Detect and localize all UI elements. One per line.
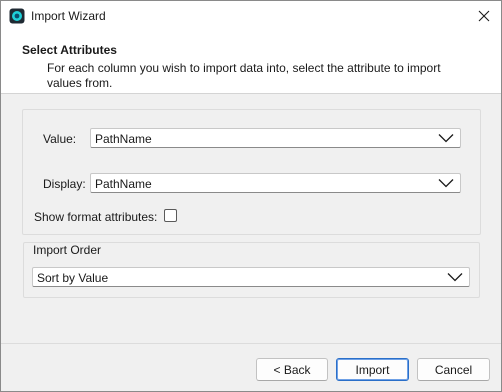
- chevron-down-icon: [438, 179, 454, 188]
- import-order-select-text: Sort by Value: [37, 271, 109, 285]
- back-button[interactable]: < Back: [256, 358, 328, 381]
- window-title: Import Wizard: [31, 9, 106, 23]
- display-label: Display:: [43, 177, 86, 191]
- cancel-button[interactable]: Cancel: [417, 358, 490, 381]
- wizard-header: Select Attributes For each column you wi…: [1, 31, 501, 94]
- import-button[interactable]: Import: [336, 358, 409, 381]
- import-wizard-window: Import Wizard Select Attributes For each…: [0, 0, 502, 392]
- chevron-down-icon: [438, 134, 454, 143]
- import-order-title: Import Order: [33, 243, 102, 257]
- footer-divider: [1, 343, 501, 344]
- display-select[interactable]: PathName: [90, 173, 461, 193]
- value-select[interactable]: PathName: [90, 128, 461, 148]
- show-format-checkbox[interactable]: [164, 209, 177, 222]
- value-select-text: PathName: [95, 132, 152, 146]
- value-label: Value:: [43, 132, 77, 146]
- title-bar: Import Wizard: [1, 1, 501, 31]
- close-button[interactable]: [467, 1, 501, 31]
- page-title: Select Attributes: [22, 43, 117, 57]
- page-description: For each column you wish to import data …: [47, 61, 441, 90]
- show-format-label: Show format attributes:: [34, 210, 158, 224]
- import-order-select[interactable]: Sort by Value: [32, 267, 470, 287]
- display-select-text: PathName: [95, 177, 152, 191]
- chevron-down-icon: [447, 273, 463, 282]
- close-icon: [478, 10, 490, 22]
- app-icon: [9, 8, 25, 24]
